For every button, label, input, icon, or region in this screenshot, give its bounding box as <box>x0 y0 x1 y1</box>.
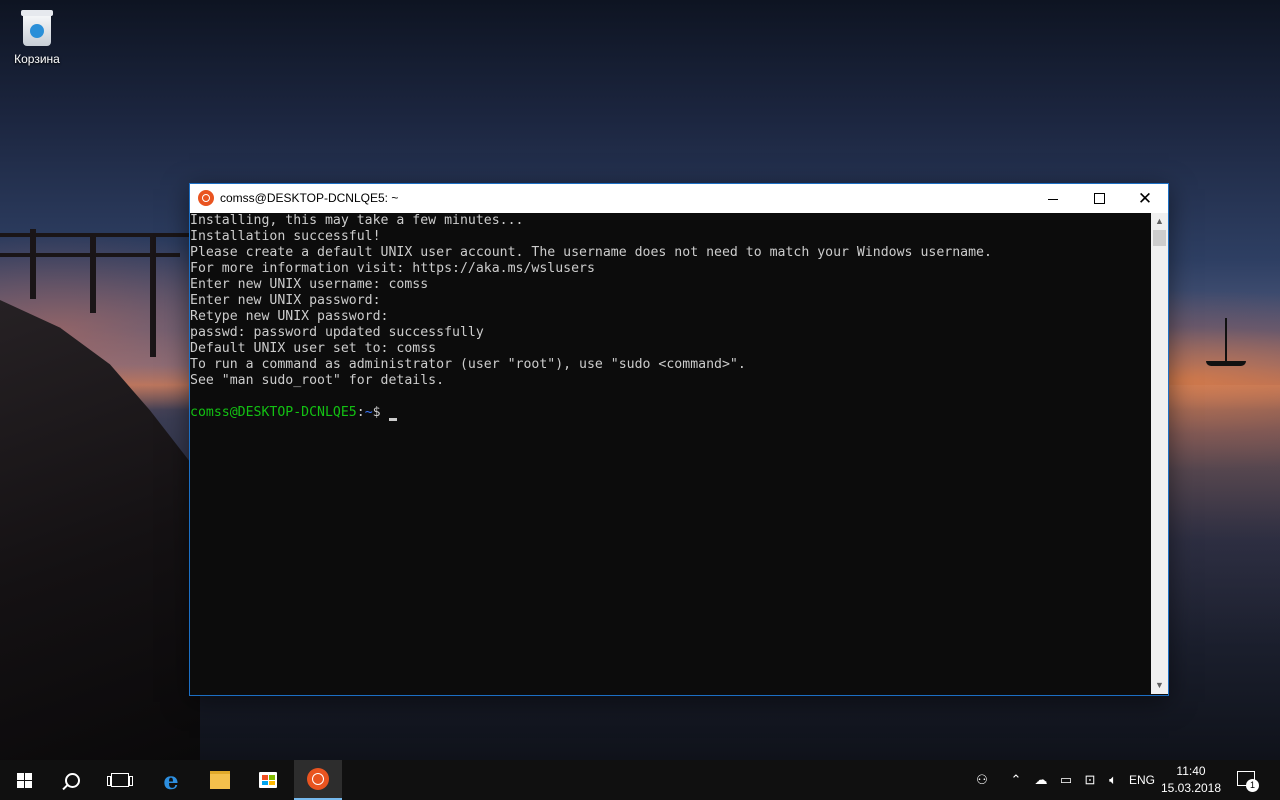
window-title: comss@DESKTOP-DCNLQE5: ~ <box>220 191 399 205</box>
vertical-scrollbar[interactable]: ▲ ▼ <box>1151 213 1168 694</box>
sailboat-silhouette <box>1200 318 1250 368</box>
edge-icon: e <box>163 765 179 795</box>
clock[interactable]: 11:40 15.03.2018 <box>1158 763 1224 797</box>
terminal-line: passwd: password updated successfully <box>190 325 484 340</box>
recycle-bin-shortcut[interactable]: Корзина <box>8 6 66 66</box>
terminal-prompt[interactable]: comss@DESKTOP-DCNLQE5:~$ <box>190 405 1150 421</box>
terminal-line: Please create a default UNIX user accoun… <box>190 245 992 260</box>
close-icon: ✕ <box>1137 189 1153 208</box>
scroll-up-icon[interactable]: ▲ <box>1151 213 1168 230</box>
cloud-icon: ☁ <box>1034 772 1048 787</box>
explorer-taskbar-button[interactable] <box>196 760 244 800</box>
window-titlebar[interactable]: comss@DESKTOP-DCNLQE5: ~ ✕ <box>190 184 1168 213</box>
terminal-line: Enter new UNIX password: <box>190 293 381 308</box>
recycle-bin-label: Корзина <box>14 52 60 66</box>
language-indicator[interactable]: ENG <box>1126 760 1158 800</box>
clock-date: 15.03.2018 <box>1160 781 1222 795</box>
clock-time: 11:40 <box>1176 764 1206 778</box>
people-icon: ⚇ <box>976 772 988 787</box>
terminal-line: Installation successful! <box>190 229 381 244</box>
action-center-button[interactable]: 1 <box>1236 768 1259 792</box>
close-button[interactable]: ✕ <box>1122 184 1168 213</box>
rocks-silhouette <box>0 300 200 760</box>
scroll-thumb[interactable] <box>1153 230 1166 246</box>
terminal-line: See "man sudo_root" for details. <box>190 373 445 388</box>
minimize-icon <box>1048 199 1058 200</box>
store-icon <box>259 772 277 788</box>
people-button[interactable]: ⚇ <box>968 760 996 800</box>
task-view-button[interactable] <box>96 760 144 800</box>
folder-icon <box>210 771 230 789</box>
minimize-button[interactable] <box>1030 184 1076 213</box>
ubuntu-taskbar-button[interactable] <box>294 760 342 800</box>
prompt-user: comss@DESKTOP-DCNLQE5 <box>190 405 357 420</box>
edge-taskbar-button[interactable]: e <box>147 760 195 800</box>
maximize-icon <box>1094 193 1105 204</box>
network-icon: ⊡ <box>1084 772 1096 787</box>
chevron-up-icon: ⌃ <box>1010 772 1022 787</box>
ubuntu-icon <box>198 190 214 206</box>
terminal-line: To run a command as administrator (user … <box>190 357 746 372</box>
scroll-down-icon[interactable]: ▼ <box>1151 677 1168 694</box>
notification-badge: 1 <box>1246 779 1259 792</box>
start-button[interactable] <box>0 760 48 800</box>
terminal-line: For more information visit: https://aka.… <box>190 261 595 276</box>
windows-logo-icon <box>16 772 32 788</box>
task-view-icon <box>107 773 133 787</box>
terminal-line: Installing, this may take a few minutes.… <box>190 213 524 228</box>
taskbar: e ⚇ ⌃ ☁ ▭ ⊡ 🔈︎ ENG 11:40 15.03.2018 1 <box>0 760 1280 800</box>
ubuntu-terminal-window[interactable]: comss@DESKTOP-DCNLQE5: ~ ✕ Installing, t… <box>189 183 1169 696</box>
volume-button[interactable]: 🔈︎ <box>1102 760 1124 800</box>
terminal-line: Default UNIX user set to: comss <box>190 341 437 356</box>
network-button[interactable]: ⊡ <box>1079 760 1101 800</box>
text-cursor <box>388 418 397 421</box>
prompt-path: ~ <box>364 405 373 420</box>
show-hidden-icons-button[interactable]: ⌃ <box>1006 760 1026 800</box>
terminal-line: Enter new UNIX username: comss <box>190 277 429 292</box>
onedrive-button[interactable]: ☁ <box>1030 760 1052 800</box>
store-taskbar-button[interactable] <box>244 760 292 800</box>
search-button[interactable] <box>48 760 96 800</box>
search-icon <box>64 772 80 788</box>
prompt-separator: : <box>356 405 365 420</box>
battery-icon: ▭ <box>1059 772 1073 787</box>
terminal-line: Retype new UNIX password: <box>190 309 389 324</box>
recycle-bin-icon <box>19 6 55 48</box>
terminal-output[interactable]: Installing, this may take a few minutes.… <box>190 213 1150 694</box>
battery-button[interactable]: ▭ <box>1055 760 1077 800</box>
ubuntu-icon <box>307 768 329 790</box>
prompt-symbol: $ <box>372 405 381 420</box>
speaker-icon: 🔈︎ <box>1109 772 1117 787</box>
maximize-button[interactable] <box>1076 184 1122 213</box>
